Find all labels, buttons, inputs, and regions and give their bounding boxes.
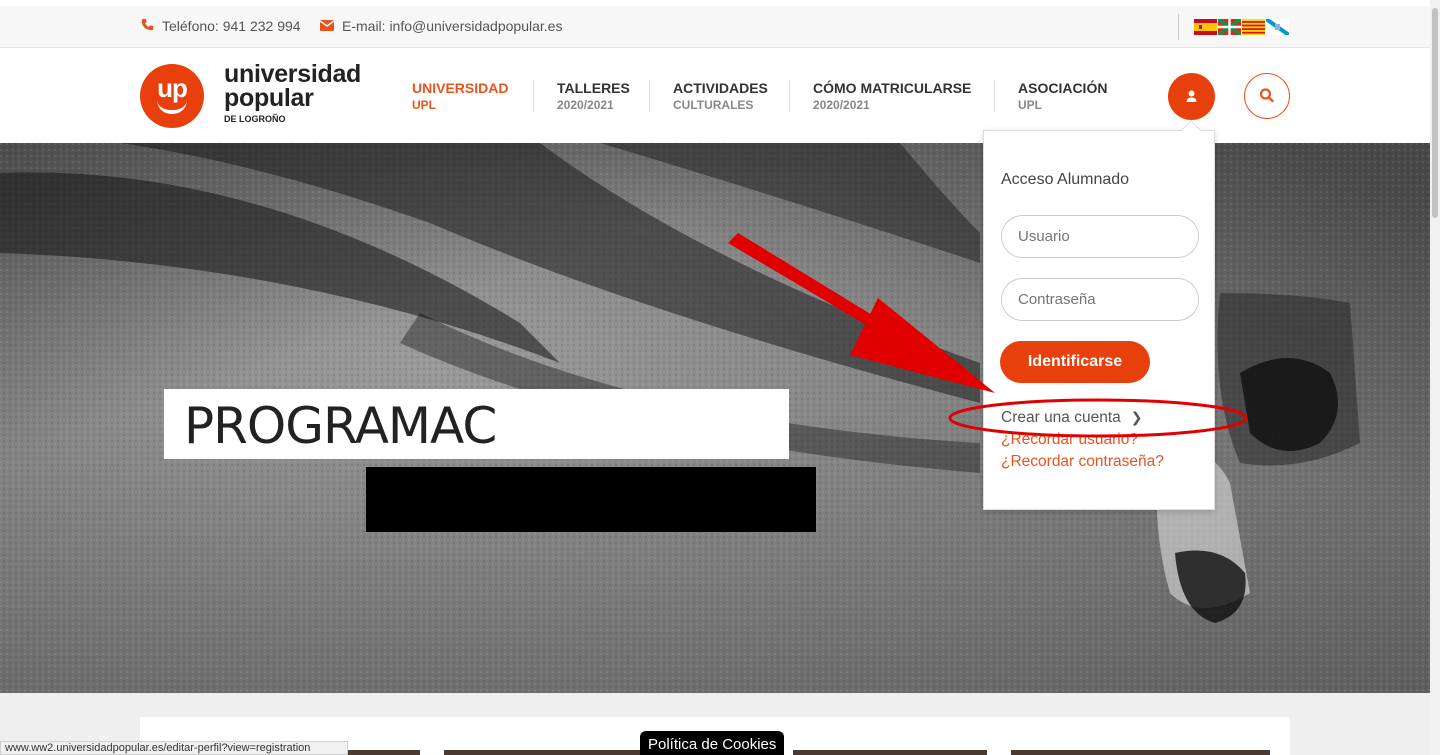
hero-redacted-block — [366, 467, 816, 532]
hero-banner: PROGRAMAC — [0, 143, 1430, 693]
hero-title-box: PROGRAMAC — [164, 389, 789, 459]
nav-item-title: TALLERES — [557, 80, 630, 96]
topbar-divider — [1178, 14, 1179, 40]
nav-item-subtitle: UPL — [1018, 98, 1042, 112]
remember-password-link[interactable]: ¿Recordar contraseña? — [1001, 453, 1164, 471]
logo-line-2: popular — [224, 84, 314, 112]
content-thumbnail[interactable] — [348, 750, 420, 755]
nav-item-asociacion[interactable]: ASOCIACIÓN UPL — [1018, 80, 1107, 116]
nav-item-matricularse[interactable]: CÓMO MATRICULARSE 2020/2021 — [813, 80, 971, 116]
site-header: up universidad popular DE LOGROÑO UNIVER… — [0, 48, 1430, 143]
login-submit-button[interactable]: Identificarse — [1000, 341, 1150, 383]
user-icon — [1186, 90, 1197, 102]
search-icon — [1259, 88, 1274, 103]
galician-flag-icon[interactable] — [1264, 17, 1291, 37]
create-account-label: Crear una cuenta — [1001, 409, 1121, 426]
nav-item-universidad[interactable]: UNIVERSIDAD UPL — [412, 80, 508, 116]
envelope-icon — [319, 19, 335, 34]
catalan-flag-icon[interactable] — [1242, 19, 1265, 35]
nav-item-title: ACTIVIDADES — [673, 80, 768, 96]
hero-title: PROGRAMAC — [184, 397, 497, 455]
chevron-right-icon: ❯ — [1130, 409, 1143, 425]
nav-item-title: UNIVERSIDAD — [412, 80, 509, 96]
content-thumbnail[interactable] — [793, 750, 987, 755]
remember-username-link[interactable]: ¿Recordar usuario? — [1001, 431, 1138, 449]
phone-icon — [140, 18, 154, 34]
spanish-flag-icon[interactable] — [1194, 19, 1217, 35]
nav-separator — [789, 80, 790, 112]
nav-item-subtitle: 2020/2021 — [813, 98, 870, 112]
nav-separator — [994, 80, 995, 112]
basque-flag-icon[interactable] — [1217, 17, 1242, 37]
logo-line-3: DE LOGROÑO — [224, 114, 286, 124]
search-button[interactable] — [1244, 73, 1290, 119]
cookie-policy-tab[interactable]: Política de Cookies — [640, 731, 785, 755]
content-thumbnail[interactable] — [1011, 750, 1270, 755]
page-scrollbar-thumb[interactable] — [1432, 8, 1438, 218]
content-thumbnail[interactable] — [444, 750, 640, 755]
language-selector — [1194, 17, 1291, 37]
login-dropdown: Acceso Alumnado Identificarse Crear una … — [983, 120, 1215, 510]
phone-text: Teléfono: 941 232 994 — [162, 18, 301, 34]
nav-item-talleres[interactable]: TALLERES 2020/2021 — [557, 80, 630, 116]
nav-item-subtitle: 2020/2021 — [557, 98, 614, 112]
nav-item-actividades[interactable]: ACTIVIDADES CULTURALES — [673, 80, 768, 116]
password-input[interactable] — [1001, 278, 1199, 321]
nav-item-title: CÓMO MATRICULARSE — [813, 80, 972, 96]
logo-wordmark[interactable]: universidad popular DE LOGROÑO — [224, 62, 361, 125]
login-heading: Acceso Alumnado — [1001, 171, 1130, 188]
nav-item-subtitle: UPL — [412, 98, 436, 112]
logo-smile-icon — [157, 100, 187, 114]
email-contact[interactable]: E-mail: info@universidadpopular.es — [319, 18, 562, 34]
create-account-link[interactable]: Crear una cuenta ❯ — [1001, 409, 1143, 427]
phone-contact: Teléfono: 941 232 994 — [140, 18, 301, 34]
nav-separator — [649, 80, 650, 112]
logo-mark[interactable]: up — [140, 64, 204, 128]
top-contact-bar: Teléfono: 941 232 994 E-mail: info@unive… — [0, 6, 1430, 48]
logo-line-1: universidad — [224, 60, 362, 88]
nav-separator — [533, 80, 534, 112]
username-input[interactable] — [1001, 215, 1199, 258]
email-text[interactable]: E-mail: info@universidadpopular.es — [342, 18, 562, 34]
user-login-button[interactable] — [1168, 73, 1215, 120]
nav-item-subtitle: CULTURALES — [673, 98, 754, 112]
nav-item-title: ASOCIACIÓN — [1018, 80, 1108, 96]
browser-status-url: www.ww2.universidadpopular.es/editar-per… — [0, 741, 348, 755]
